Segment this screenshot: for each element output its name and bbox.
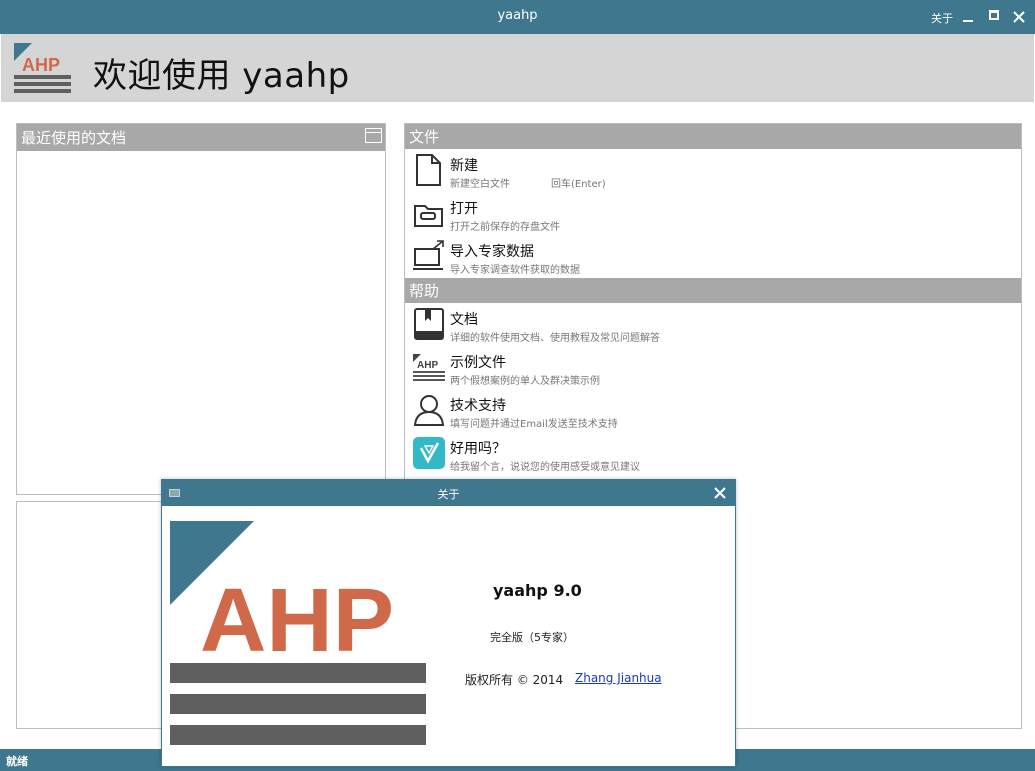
about-dialog-close-button[interactable] (713, 483, 727, 507)
feedback-icon (413, 437, 445, 469)
about-dialog-titlebar[interactable]: 关于 (162, 480, 735, 506)
open-file-desc: 打开之前保存的存盘文件 (450, 222, 560, 233)
new-file-shortcut: 回车(Enter) (551, 179, 606, 190)
recent-documents-panel: 最近使用的文档 (16, 123, 386, 495)
documentation-item[interactable]: 文档 详细的软件使用文档、使用教程及常见问题解答 (405, 303, 1021, 346)
welcome-title: 欢迎使用 yaahp (93, 56, 350, 96)
open-file-title: 打开 (450, 201, 478, 217)
panel-window-icon[interactable] (365, 128, 382, 143)
documentation-title: 文档 (450, 312, 478, 328)
close-icon (1013, 11, 1025, 23)
maximize-icon (989, 10, 999, 20)
status-text: 就绪 (6, 755, 28, 768)
welcome-header: AHP 欢迎使用 yaahp (1, 34, 1034, 102)
window-titlebar: yaahp 关于 (0, 0, 1035, 34)
about-dialog-title: 关于 (437, 488, 460, 501)
feedback-title: 好用吗？ (450, 441, 506, 457)
svg-text:AHP: AHP (200, 571, 394, 671)
tech-support-title: 技术支持 (450, 398, 506, 414)
maximize-button[interactable] (983, 6, 1005, 28)
minimize-icon (963, 20, 973, 22)
window-title: yaahp (497, 8, 538, 23)
new-file-icon (416, 154, 441, 186)
example-files-desc: 两个假想案例的单人及群决策示例 (450, 376, 600, 387)
svg-text:AHP: AHP (22, 55, 60, 75)
example-files-item[interactable]: AHP 示例文件 两个假想案例的单人及群决策示例 (405, 346, 1021, 389)
about-dialog: 关于 AHP yaahp 9.0 完全版（5专家） 版权所有 © 2014 Zh… (161, 479, 736, 767)
minimize-button[interactable] (957, 6, 979, 28)
author-link[interactable]: Zhang Jianhua (575, 671, 662, 685)
example-files-title: 示例文件 (450, 355, 506, 371)
svg-text:AHP: AHP (417, 360, 438, 371)
app-version: yaahp 9.0 (493, 581, 582, 600)
import-data-item[interactable]: 导入专家数据 导入专家调查软件获取的数据 (405, 235, 1021, 278)
open-file-item[interactable]: 打开 打开之前保存的存盘文件 (405, 192, 1021, 235)
close-button[interactable] (1008, 6, 1030, 28)
open-folder-icon (414, 205, 443, 227)
book-icon (414, 308, 444, 340)
recent-documents-title: 最近使用的文档 (21, 129, 127, 147)
recent-documents-list[interactable] (17, 151, 385, 495)
app-edition: 完全版（5专家） (490, 631, 574, 644)
new-file-title: 新建 (450, 158, 478, 174)
tech-support-desc: 填写问题并通过Email发送至技术支持 (450, 419, 618, 430)
new-file-item[interactable]: 新建 新建空白文件 回车(Enter) (405, 149, 1021, 192)
ahp-large-logo: AHP (170, 521, 426, 745)
file-section-header: 文件 (405, 124, 1021, 149)
ahp-logo: AHP (14, 43, 71, 93)
about-link[interactable]: 关于 (931, 10, 953, 26)
documentation-desc: 详细的软件使用文档、使用教程及常见问题解答 (450, 333, 660, 344)
help-section-header: 帮助 (405, 278, 1021, 303)
new-file-desc: 新建空白文件 (450, 179, 510, 190)
tech-support-item[interactable]: 技术支持 填写问题并通过Email发送至技术支持 (405, 389, 1021, 432)
feedback-item[interactable]: 好用吗？ 给我留个言，说说您的使用感受或意见建议 (405, 432, 1021, 475)
recent-documents-header: 最近使用的文档 (17, 124, 385, 151)
import-data-icon (413, 240, 444, 270)
import-data-title: 导入专家数据 (450, 244, 534, 260)
user-icon (413, 395, 445, 426)
close-icon (714, 487, 726, 499)
import-data-desc: 导入专家调查软件获取的数据 (450, 265, 580, 276)
copyright-text: 版权所有 © 2014 (465, 673, 564, 687)
feedback-desc: 给我留个言，说说您的使用感受或意见建议 (450, 462, 640, 473)
ahp-logo-icon: AHP (413, 354, 445, 381)
